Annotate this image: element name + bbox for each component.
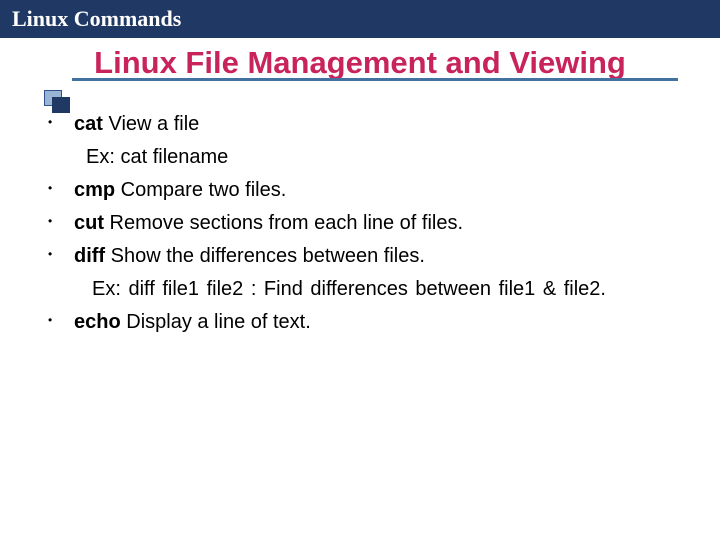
command-desc: Remove sections from each line of files. — [104, 212, 463, 234]
list-item: cut Remove sections from each line of fi… — [66, 208, 668, 239]
header-title: Linux Commands — [12, 6, 181, 31]
command-name: diff — [74, 245, 105, 267]
command-name: echo — [74, 311, 121, 333]
header-bar: Linux Commands — [0, 0, 720, 38]
list-item: echo Display a line of text. — [66, 307, 668, 338]
content-area: cat View a file Ex: cat filename cmp Com… — [0, 91, 720, 338]
command-name: cmp — [74, 179, 115, 201]
command-name: cat — [74, 113, 103, 135]
list-item: cmp Compare two files. — [66, 175, 668, 206]
command-example: Ex: diff file1 file2 : Find differences … — [66, 274, 668, 305]
title-underline — [72, 78, 678, 81]
command-list: cat View a file Ex: cat filename cmp Com… — [66, 109, 668, 338]
list-item: diff Show the differences between files. — [66, 241, 668, 272]
command-desc: Show the differences between files. — [105, 245, 425, 267]
command-name: cut — [74, 212, 104, 234]
command-desc: Compare two files. — [115, 179, 286, 201]
command-example: Ex: cat filename — [66, 142, 668, 173]
title-area: Linux File Management and Viewing — [0, 38, 720, 91]
command-desc: View a file — [103, 113, 199, 135]
list-item: cat View a file — [66, 109, 668, 140]
command-desc: Display a line of text. — [121, 311, 311, 333]
example-text: Ex: diff file1 file2 : Find differences … — [90, 278, 606, 300]
